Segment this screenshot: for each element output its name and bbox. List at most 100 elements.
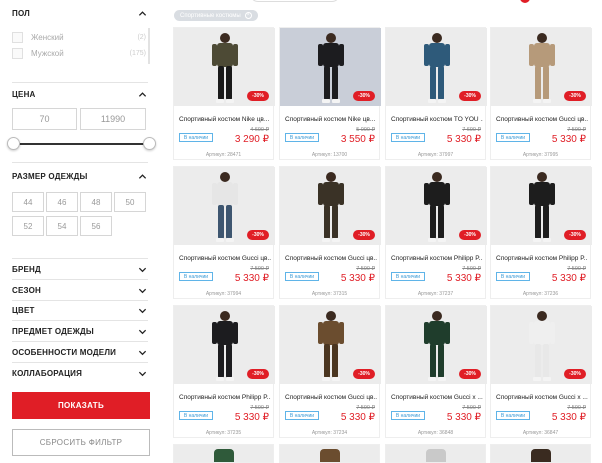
size-filter-header[interactable]: РАЗМЕР ОДЕЖДЫ bbox=[12, 168, 148, 184]
product-sku: Артикул: 37236 bbox=[522, 291, 559, 297]
gender-option-label: Мужской bbox=[31, 48, 64, 58]
price-slider-max-handle[interactable] bbox=[143, 137, 156, 150]
size-filter-title: РАЗМЕР ОДЕЖДЫ bbox=[12, 171, 88, 181]
model-figure-image bbox=[423, 33, 450, 103]
in-stock-badge: В наличии bbox=[391, 133, 425, 142]
size-option-46[interactable]: 46 bbox=[46, 192, 78, 212]
product-title[interactable]: Спортивный костюм Philipp P... bbox=[391, 255, 483, 262]
top-search-fragment bbox=[250, 0, 340, 2]
product-title[interactable]: Спортивный костюм Gucci х ... bbox=[496, 394, 588, 401]
gender-filter-header[interactable]: ПОЛ bbox=[12, 5, 148, 21]
gender-filter-title: ПОЛ bbox=[12, 8, 30, 18]
product-card[interactable]: -30% Спортивный костюм TO YOU ... В нали… bbox=[385, 27, 487, 160]
product-title[interactable]: Спортивный костюм Philipp P... bbox=[496, 255, 588, 262]
product-card[interactable]: -30% Спортивный костюм Philipp P... В на… bbox=[385, 166, 487, 299]
product-sku: Артикул: 37234 bbox=[311, 430, 348, 436]
price-slider-min-handle[interactable] bbox=[7, 137, 20, 150]
active-filter-chip-label: Спортивные костюмы bbox=[180, 12, 241, 19]
old-price: 5 090 ₽ bbox=[356, 127, 375, 133]
product-card[interactable]: -30% Спортивный костюм Nike цв... В нали… bbox=[173, 27, 275, 160]
in-stock-badge: В наличии bbox=[496, 272, 530, 281]
product-card[interactable]: -30% Спортивный костюм Gucci х ... В нал… bbox=[490, 305, 592, 438]
season-filter-header[interactable]: СЕЗОН bbox=[12, 282, 148, 298]
price-max-input[interactable]: 11990 bbox=[80, 108, 146, 130]
old-price: 7 590 ₽ bbox=[567, 405, 586, 411]
model-features-filter-header[interactable]: ОСОБЕННОСТИ МОДЕЛИ bbox=[12, 344, 148, 360]
size-option-50[interactable]: 50 bbox=[114, 192, 146, 212]
chevron-up-icon[interactable] bbox=[136, 7, 148, 19]
product-photo-partial[interactable] bbox=[279, 444, 380, 463]
chevron-down-icon[interactable] bbox=[136, 284, 148, 296]
active-filter-chip[interactable]: Спортивные костюмы × bbox=[174, 10, 258, 21]
gender-list-scrollbar[interactable] bbox=[148, 28, 150, 64]
size-option-44[interactable]: 44 bbox=[12, 192, 44, 212]
divider bbox=[12, 82, 148, 83]
product-photo-partial[interactable] bbox=[173, 444, 274, 463]
clothing-item-filter-title: ПРЕДМЕТ ОДЕЖДЫ bbox=[12, 326, 94, 336]
brand-filter-header[interactable]: БРЕНД bbox=[12, 261, 148, 277]
product-card[interactable]: -30% Спортивный костюм Gucci цв... В нал… bbox=[279, 305, 381, 438]
product-title[interactable]: Спортивный костюм TO YOU ... bbox=[391, 116, 483, 123]
divider bbox=[12, 300, 148, 301]
current-price: 5 330 ₽ bbox=[234, 412, 269, 423]
gender-option-male[interactable]: Мужской (175) bbox=[12, 46, 146, 60]
model-figure-image bbox=[528, 172, 555, 242]
divider bbox=[12, 258, 148, 259]
product-photo-partial[interactable] bbox=[490, 444, 591, 463]
discount-badge: -30% bbox=[564, 91, 586, 101]
gender-option-female[interactable]: Женский (2) bbox=[12, 30, 146, 44]
color-filter-header[interactable]: ЦВЕТ bbox=[12, 302, 148, 318]
product-title[interactable]: Спортивный костюм Gucci цв... bbox=[179, 255, 271, 262]
gender-option-count: (175) bbox=[129, 49, 146, 57]
gender-option-label: Женский bbox=[31, 32, 64, 42]
price-slider-track[interactable] bbox=[14, 143, 150, 145]
close-icon[interactable]: × bbox=[244, 12, 252, 19]
product-card[interactable]: -30% Спортивный костюм Philipp P... В на… bbox=[490, 166, 592, 299]
current-price: 3 550 ₽ bbox=[340, 134, 375, 145]
reset-filter-button[interactable]: СБРОСИТЬ ФИЛЬТР bbox=[12, 429, 150, 456]
product-sku: Артикул: 37995 bbox=[522, 152, 559, 158]
product-title[interactable]: Спортивный костюм Nike цв... bbox=[179, 116, 271, 123]
discount-badge: -30% bbox=[247, 91, 269, 101]
top-red-indicator bbox=[520, 0, 530, 3]
checkbox[interactable] bbox=[12, 31, 23, 43]
product-card[interactable]: -30% Спортивный костюм Philipp P... В на… bbox=[173, 305, 275, 438]
chevron-down-icon[interactable] bbox=[136, 325, 148, 337]
product-title[interactable]: Спортивный костюм Gucci цв... bbox=[496, 116, 588, 123]
in-stock-badge: В наличии bbox=[496, 133, 530, 142]
in-stock-badge: В наличии bbox=[179, 133, 213, 142]
product-title[interactable]: Спортивный костюм Gucci цв... bbox=[285, 394, 377, 401]
divider bbox=[12, 320, 148, 321]
price-filter-header[interactable]: ЦЕНА bbox=[12, 86, 148, 102]
size-option-48[interactable]: 48 bbox=[80, 192, 112, 212]
product-title[interactable]: Спортивный костюм Gucci цв... bbox=[285, 255, 377, 262]
chevron-down-icon[interactable] bbox=[136, 367, 148, 379]
size-option-54[interactable]: 54 bbox=[46, 216, 78, 236]
chevron-up-icon[interactable] bbox=[136, 170, 148, 182]
model-figure-image bbox=[423, 311, 450, 381]
checkbox[interactable] bbox=[12, 47, 23, 59]
product-title[interactable]: Спортивный костюм Philipp P... bbox=[179, 394, 271, 401]
product-card[interactable]: -30% Спортивный костюм Gucci х ... В нал… bbox=[385, 305, 487, 438]
discount-badge: -30% bbox=[353, 91, 375, 101]
product-title[interactable]: Спортивный костюм Nike цв... bbox=[285, 116, 377, 123]
size-option-56[interactable]: 56 bbox=[80, 216, 112, 236]
product-card[interactable]: -30% Спортивный костюм Gucci цв... В нал… bbox=[173, 166, 275, 299]
old-price: 7 590 ₽ bbox=[250, 266, 269, 272]
old-price: 4 690 ₽ bbox=[250, 127, 269, 133]
product-photo-partial[interactable] bbox=[385, 444, 486, 463]
product-title[interactable]: Спортивный костюм Gucci х ... bbox=[391, 394, 483, 401]
current-price: 5 330 ₽ bbox=[234, 273, 269, 284]
collaboration-filter-header[interactable]: КОЛЛАБОРАЦИЯ bbox=[12, 365, 148, 381]
product-card[interactable]: -30% Спортивный костюм Gucci цв... В нал… bbox=[279, 166, 381, 299]
chevron-up-icon[interactable] bbox=[136, 88, 148, 100]
size-option-52[interactable]: 52 bbox=[12, 216, 44, 236]
product-card[interactable]: -30% Спортивный костюм Nike цв... В нали… bbox=[279, 27, 381, 160]
show-results-button[interactable]: ПОКАЗАТЬ bbox=[12, 392, 150, 419]
chevron-down-icon[interactable] bbox=[136, 263, 148, 275]
product-card[interactable]: -30% Спортивный костюм Gucci цв... В нал… bbox=[490, 27, 592, 160]
chevron-down-icon[interactable] bbox=[136, 346, 148, 358]
chevron-down-icon[interactable] bbox=[136, 304, 148, 316]
price-min-input[interactable]: 70 bbox=[12, 108, 77, 130]
clothing-item-filter-header[interactable]: ПРЕДМЕТ ОДЕЖДЫ bbox=[12, 323, 148, 339]
